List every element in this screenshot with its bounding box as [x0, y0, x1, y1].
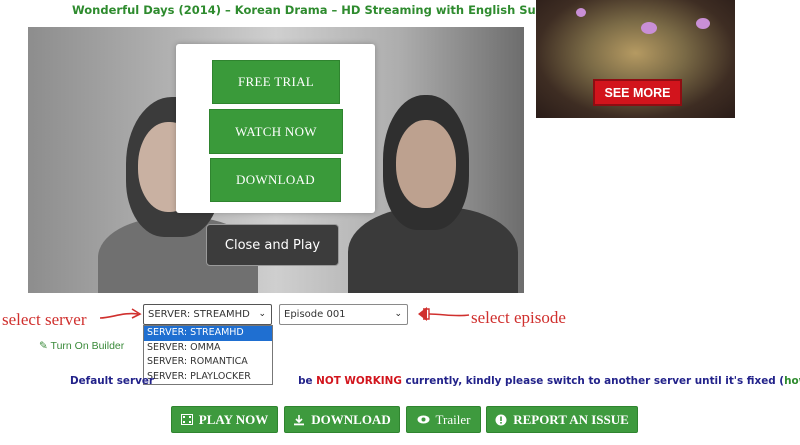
turn-on-builder-link[interactable]: ✎ Turn On Builder	[39, 340, 124, 352]
server-option[interactable]: SERVER: OMMA	[144, 341, 272, 356]
ad-flower-decoration	[696, 18, 710, 29]
ad-flower-decoration	[641, 22, 657, 34]
alert-icon	[495, 414, 507, 426]
report-issue-label: REPORT AN ISSUE	[513, 411, 629, 427]
notice-help-link[interactable]: how?	[784, 375, 800, 387]
see-more-button[interactable]: SEE MORE	[593, 79, 682, 106]
notice-text-2: be	[298, 375, 317, 387]
report-issue-button[interactable]: REPORT AN ISSUE	[486, 406, 638, 433]
server-option[interactable]: SERVER: STREAMHD	[144, 326, 272, 341]
turn-on-builder-label: Turn On Builder	[50, 340, 125, 352]
episode-select-value: Episode 001	[284, 309, 346, 320]
eye-icon	[417, 415, 430, 424]
video-figure-right-face	[396, 120, 456, 208]
promo-popup: FREE TRIAL WATCH NOW DOWNLOAD	[176, 44, 375, 213]
server-select-value: SERVER: STREAMHD	[148, 309, 250, 320]
chevron-down-icon: ⌄	[394, 309, 402, 319]
select-episode-annotation: select episode	[471, 308, 566, 327]
download-icon	[293, 414, 305, 426]
film-icon	[180, 414, 193, 425]
server-option[interactable]: SERVER: ROMANTICA	[144, 355, 272, 370]
watch-now-button[interactable]: WATCH NOW	[209, 109, 343, 154]
advertisement-banner[interactable]: SEE MORE	[536, 0, 735, 118]
play-now-button[interactable]: PLAY NOW	[171, 406, 278, 433]
page-title: Wonderful Days (2014) – Korean Drama – H…	[72, 3, 578, 17]
free-trial-button[interactable]: FREE TRIAL	[212, 60, 340, 104]
ad-flower-decoration	[576, 8, 586, 17]
notice-warning: NOT WORKING	[316, 375, 402, 387]
server-arrow-icon	[99, 308, 142, 319]
notice-text-3: currently, kindly please switch to anoth…	[401, 375, 785, 387]
pencil-icon: ✎	[39, 340, 48, 352]
chevron-down-icon: ⌄	[258, 309, 266, 319]
episode-arrow-icon	[418, 307, 470, 321]
episode-select[interactable]: Episode 001 ⌄	[279, 304, 408, 325]
trailer-button[interactable]: Trailer	[406, 406, 481, 433]
server-select[interactable]: SERVER: STREAMHD ⌄	[143, 304, 272, 325]
close-and-play-button[interactable]: Close and Play	[206, 224, 339, 266]
download-label: DOWNLOAD	[311, 411, 391, 427]
notice-text-1: Default server	[70, 375, 155, 387]
play-now-label: PLAY NOW	[198, 411, 269, 427]
server-notice: Default server be NOT WORKING currently, …	[70, 375, 800, 387]
select-server-annotation: select server	[2, 310, 87, 329]
popup-download-button[interactable]: DOWNLOAD	[210, 158, 341, 202]
download-button[interactable]: DOWNLOAD	[284, 406, 400, 433]
trailer-label: Trailer	[435, 411, 471, 427]
